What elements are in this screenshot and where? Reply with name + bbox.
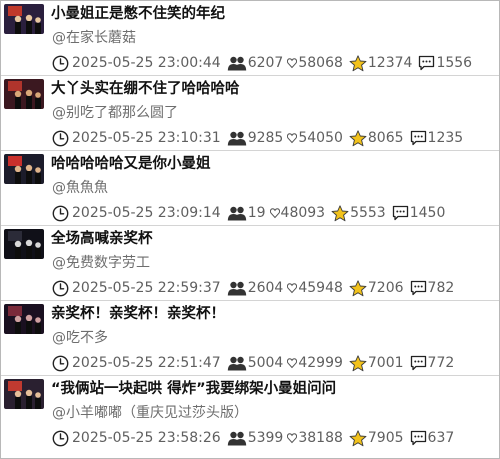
item-meta: 2025-05-25 23:09:14 19 48093 5553 1450 [52, 203, 445, 223]
viewer-count: 19 [247, 205, 266, 221]
favorite-count: 12374 [367, 55, 413, 71]
viewer-count: 6207 [247, 55, 284, 71]
heart-icon[interactable] [287, 57, 298, 69]
star-icon[interactable] [349, 129, 367, 147]
heart-icon[interactable] [287, 432, 298, 444]
item-meta: 2025-05-25 22:51:47 5004 42999 7001 772 [52, 353, 454, 373]
clock-icon [52, 430, 69, 446]
post-time: 2025-05-25 23:10:31 [72, 130, 221, 146]
star-icon[interactable] [349, 279, 367, 297]
viewer-count: 2604 [247, 280, 284, 296]
video-thumbnail[interactable] [4, 4, 44, 34]
item-title[interactable]: 哈哈哈哈哈又是你小曼姐 [51, 154, 493, 174]
people-icon [227, 431, 246, 445]
comment-icon[interactable] [418, 55, 435, 71]
star-icon[interactable] [331, 204, 349, 222]
favorite-count: 7905 [367, 430, 404, 446]
comment-icon[interactable] [410, 430, 427, 446]
video-thumbnail[interactable] [4, 379, 44, 409]
item-title[interactable]: 小曼姐正是憋不住笑的年纪 [51, 4, 493, 24]
clock-icon [52, 55, 69, 71]
comment-icon[interactable] [410, 280, 427, 296]
item-title[interactable]: 亲奖杯！亲奖杯！亲奖杯！ [51, 304, 493, 324]
post-time: 2025-05-25 22:51:47 [72, 355, 221, 371]
author-name[interactable]: @吃不多 [52, 328, 108, 348]
list-item[interactable]: “我俩站一块起哄 得炸”我要绑架小曼姐问问 @小羊嘟嘟（重庆见过莎头版） 202… [1, 376, 499, 451]
item-meta: 2025-05-25 23:10:31 9285 54050 8065 1235 [52, 128, 463, 148]
post-time: 2025-05-25 22:59:37 [72, 280, 221, 296]
item-title[interactable]: “我俩站一块起哄 得炸”我要绑架小曼姐问问 [51, 379, 493, 399]
item-meta: 2025-05-25 23:58:26 5399 38188 7905 637 [52, 428, 454, 448]
video-thumbnail[interactable] [4, 229, 44, 259]
author-name[interactable]: @别吃了都那么圆了 [52, 103, 178, 123]
clock-icon [52, 130, 69, 146]
heart-icon[interactable] [287, 357, 298, 369]
list-item[interactable]: 亲奖杯！亲奖杯！亲奖杯！ @吃不多 2025-05-25 22:51:47 50… [1, 301, 499, 376]
item-meta: 2025-05-25 22:59:37 2604 45948 7206 782 [52, 278, 454, 298]
comment-count: 772 [427, 355, 455, 371]
viewer-count: 9285 [247, 130, 284, 146]
comment-count: 782 [427, 280, 455, 296]
clock-icon [52, 280, 69, 296]
comment-count: 1235 [427, 130, 464, 146]
people-icon [227, 206, 246, 220]
video-thumbnail[interactable] [4, 304, 44, 334]
viewer-count: 5004 [247, 355, 284, 371]
comment-icon[interactable] [392, 205, 409, 221]
like-count: 54050 [298, 130, 343, 146]
heart-icon[interactable] [287, 132, 298, 144]
like-count: 48093 [280, 205, 326, 221]
video-thumbnail[interactable] [4, 154, 44, 184]
list-item[interactable]: 大丫头实在绷不住了哈哈哈哈 @别吃了都那么圆了 2025-05-25 23:10… [1, 76, 499, 151]
star-icon[interactable] [349, 354, 367, 372]
post-time: 2025-05-25 23:09:14 [72, 205, 221, 221]
list-item[interactable]: 全场高喊亲奖杯 @免费数字劳工 2025-05-25 22:59:37 2604… [1, 226, 499, 301]
item-title[interactable]: 全场高喊亲奖杯 [51, 229, 493, 249]
like-count: 42999 [298, 355, 343, 371]
video-thumbnail[interactable] [4, 79, 44, 109]
viewer-count: 5399 [247, 430, 284, 446]
comment-count: 1450 [409, 205, 446, 221]
list-item[interactable]: 小曼姐正是憋不住笑的年纪 @在家长蘑菇 2025-05-25 23:00:44 … [1, 1, 499, 76]
author-name[interactable]: @免费数字劳工 [52, 253, 150, 273]
author-name[interactable]: @魚魚魚 [52, 178, 108, 198]
item-meta: 2025-05-25 23:00:44 6207 58068 12374 155… [52, 53, 472, 73]
comment-icon[interactable] [410, 130, 427, 146]
comment-count: 1556 [436, 55, 473, 71]
post-time: 2025-05-25 23:00:44 [72, 55, 221, 71]
heart-icon[interactable] [287, 282, 298, 294]
favorite-count: 8065 [367, 130, 404, 146]
author-name[interactable]: @小羊嘟嘟（重庆见过莎头版） [52, 403, 248, 423]
item-title[interactable]: 大丫头实在绷不住了哈哈哈哈 [51, 79, 493, 99]
clock-icon [52, 355, 69, 371]
list-item[interactable]: 哈哈哈哈哈又是你小曼姐 @魚魚魚 2025-05-25 23:09:14 19 … [1, 151, 499, 226]
favorite-count: 7206 [367, 280, 404, 296]
people-icon [227, 131, 246, 145]
author-name[interactable]: @在家长蘑菇 [52, 28, 136, 48]
comment-count: 637 [427, 430, 455, 446]
favorite-count: 5553 [350, 205, 386, 221]
star-icon[interactable] [349, 429, 367, 447]
star-icon[interactable] [349, 54, 367, 72]
heart-icon[interactable] [269, 207, 280, 219]
people-icon [227, 281, 246, 295]
people-icon [227, 56, 246, 70]
post-time: 2025-05-25 23:58:26 [72, 430, 221, 446]
like-count: 45948 [298, 280, 343, 296]
like-count: 38188 [298, 430, 343, 446]
people-icon [227, 356, 246, 370]
comment-icon[interactable] [410, 355, 427, 371]
like-count: 58068 [298, 55, 343, 71]
feed-list: 小曼姐正是憋不住笑的年纪 @在家长蘑菇 2025-05-25 23:00:44 … [0, 0, 500, 459]
clock-icon [52, 205, 69, 221]
favorite-count: 7001 [367, 355, 404, 371]
